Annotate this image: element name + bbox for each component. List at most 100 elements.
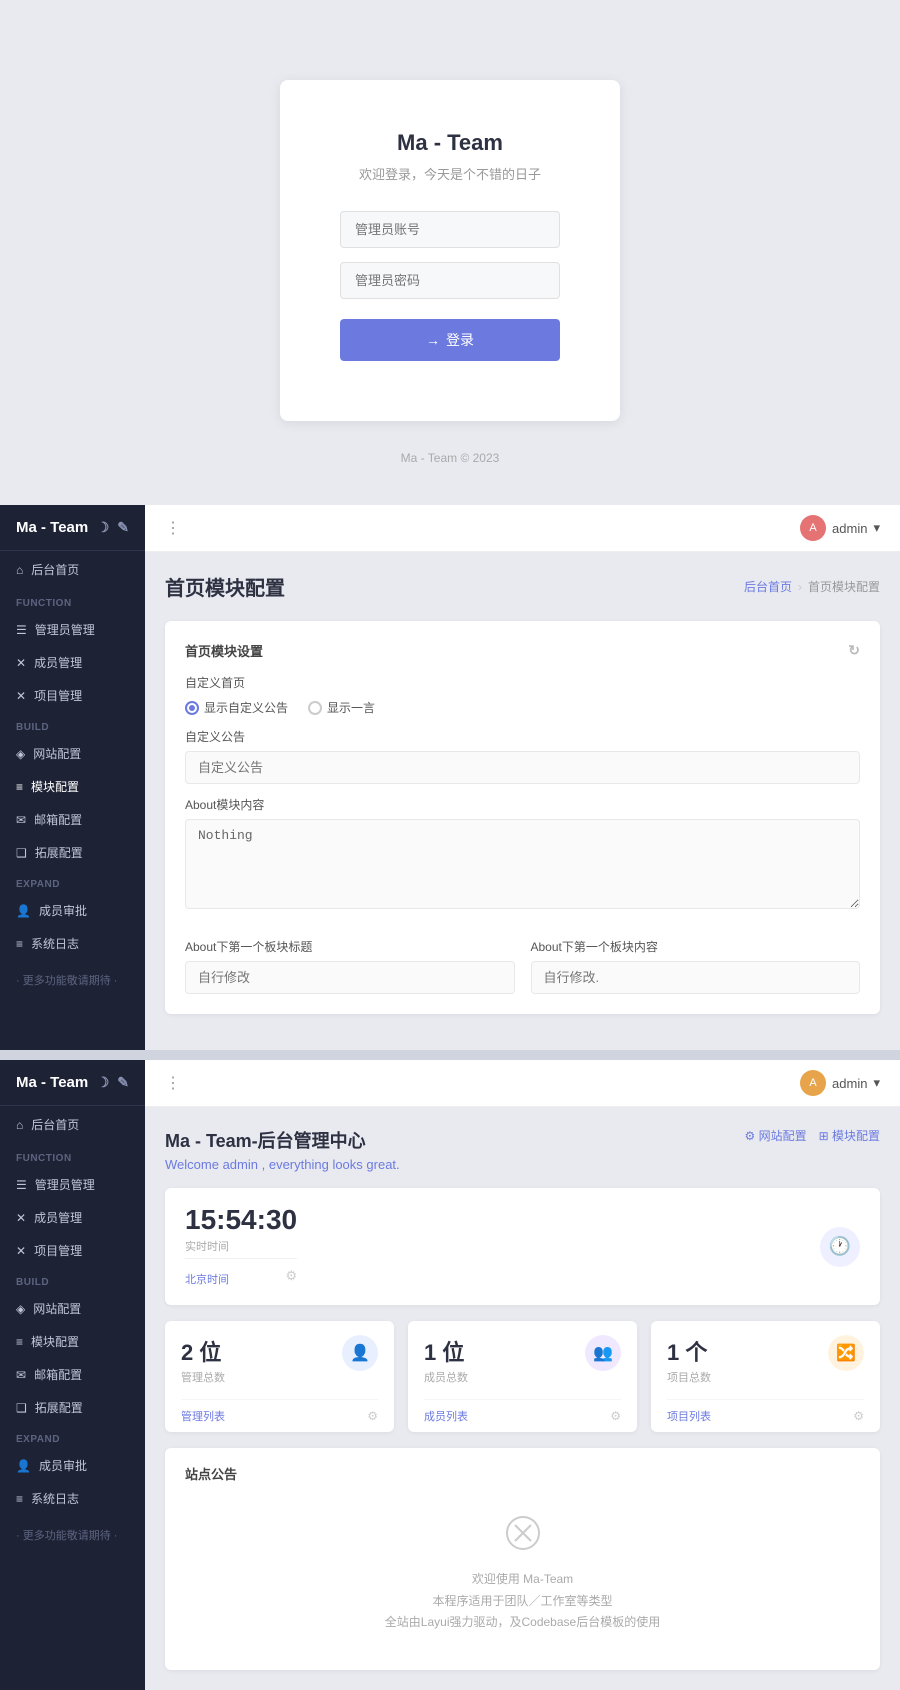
sidebar-home-2[interactable]: ⌂ 后台首页 bbox=[0, 1106, 145, 1143]
custom-notice-label: 自定义公告 bbox=[185, 728, 860, 745]
sidebar-item-project-mgmt-1[interactable]: ✕ 项目管理 bbox=[0, 679, 145, 712]
sidebar-more-2: · 更多功能敬请期待 · bbox=[0, 1519, 145, 1551]
clock-card: 15:54:30 实时时间 北京时间 ⚙ 🕐 bbox=[165, 1188, 880, 1305]
header-username-1: admin bbox=[832, 521, 867, 536]
extend-icon-2: ❑ bbox=[16, 1401, 27, 1415]
about-next-content-input[interactable] bbox=[531, 961, 861, 994]
stat-label-project: 项目总数 bbox=[667, 1369, 711, 1385]
username-input[interactable] bbox=[340, 211, 560, 248]
member-list-link[interactable]: 成员列表 bbox=[424, 1408, 468, 1424]
sidebar-brand-2: Ma - Team ☽ ✎ bbox=[0, 1060, 145, 1106]
custom-notice-input[interactable] bbox=[185, 751, 860, 784]
sidebar-home-label-1: 后台首页 bbox=[31, 561, 79, 578]
radio-dot-1 bbox=[185, 701, 199, 715]
site-config-link[interactable]: ⚙ 网站配置 bbox=[745, 1127, 807, 1144]
homepage-radio-group: 显示自定义公告 显示一言 bbox=[185, 699, 860, 716]
diamond-icon-1: ◈ bbox=[16, 747, 25, 761]
header-dots-2[interactable]: ⋮ bbox=[165, 1073, 181, 1093]
notice-empty-line2: 全站由Layui强力驱动，及Codebase后台模板的使用 bbox=[385, 1612, 660, 1634]
sidebar-item-member-review-1[interactable]: 👤 成员审批 bbox=[0, 894, 145, 927]
sidebar-item-member-review-2[interactable]: 👤 成员审批 bbox=[0, 1449, 145, 1482]
refresh-icon-1[interactable]: ↻ bbox=[848, 642, 860, 659]
sidebar-item-admin-mgmt-2[interactable]: ☰ 管理员管理 bbox=[0, 1168, 145, 1201]
sidebar-1: Ma - Team ☽ ✎ ⌂ 后台首页 FUNCTION ☰ 管理员管理 ✕ … bbox=[0, 505, 145, 1050]
extend-config-label-2: 拓展配置 bbox=[35, 1399, 83, 1416]
brand-name-2: Ma - Team bbox=[16, 1074, 88, 1091]
password-input[interactable] bbox=[340, 262, 560, 299]
page-title-1: 首页模块配置 bbox=[165, 572, 285, 601]
sidebar-item-extend-config-2[interactable]: ❑ 拓展配置 bbox=[0, 1391, 145, 1424]
moon-icon-1[interactable]: ☽ bbox=[97, 519, 110, 536]
notice-empty-text: 欢迎使用 Ma-Team 本程序适用于团队／工作室等类型 全站由Layui强力驱… bbox=[385, 1569, 660, 1634]
header-username-2: admin bbox=[832, 1076, 867, 1091]
edit-icon-1[interactable]: ✎ bbox=[117, 519, 129, 536]
sidebar-item-module-config-1[interactable]: ≡ 模块配置 bbox=[0, 770, 145, 803]
admin-header-2: ⋮ A admin ▾ bbox=[145, 1060, 900, 1107]
sidebar-item-syslog-1[interactable]: ≡ 系统日志 bbox=[0, 927, 145, 960]
edit-icon-2[interactable]: ✎ bbox=[117, 1074, 129, 1091]
sidebar-item-admin-mgmt-1[interactable]: ☰ 管理员管理 bbox=[0, 613, 145, 646]
module-config-link[interactable]: ⊞ 模块配置 bbox=[819, 1127, 880, 1144]
dashboard-subtitle: Welcome admin , everything looks great. bbox=[165, 1157, 400, 1172]
sidebar-item-project-mgmt-2[interactable]: ✕ 项目管理 bbox=[0, 1234, 145, 1267]
stat-icon-member: 👥 bbox=[585, 1335, 621, 1371]
moon-icon-2[interactable]: ☽ bbox=[97, 1074, 110, 1091]
notice-empty-line1: 本程序适用于团队／工作室等类型 bbox=[385, 1591, 660, 1613]
sidebar-brand-1: Ma - Team ☽ ✎ bbox=[0, 505, 145, 551]
login-button[interactable]: → 登录 bbox=[340, 319, 560, 361]
clock-timezone-link[interactable]: 北京时间 bbox=[185, 1271, 229, 1287]
sidebar-2: Ma - Team ☽ ✎ ⌂ 后台首页 FUNCTION ☰ 管理员管理 ✕ … bbox=[0, 1060, 145, 1690]
x-icon-2: ✕ bbox=[16, 689, 26, 703]
breadcrumb-current-1: 首页模块配置 bbox=[808, 578, 880, 595]
module-config-label-1: 模块配置 bbox=[31, 778, 79, 795]
stat-footer-icon-project: ⚙ bbox=[853, 1409, 864, 1423]
stat-value-project: 1 个 bbox=[667, 1335, 711, 1367]
header-user-2[interactable]: A admin ▾ bbox=[800, 1070, 880, 1096]
clock-settings-icon[interactable]: ⚙ bbox=[285, 1268, 297, 1284]
radio-yiyan[interactable]: 显示一言 bbox=[308, 699, 375, 716]
stat-text-member: 1 位 成员总数 bbox=[424, 1335, 468, 1385]
sidebar-item-extend-config-1[interactable]: ❑ 拓展配置 bbox=[0, 836, 145, 869]
admin-body-2: Ma - Team ☽ ✎ ⌂ 后台首页 FUNCTION ☰ 管理员管理 ✕ … bbox=[0, 1060, 900, 1690]
admin-mgmt-label-1: 管理员管理 bbox=[35, 621, 95, 638]
about-content-label: About模块内容 bbox=[185, 796, 860, 813]
user-icon-1: 👤 bbox=[16, 904, 31, 918]
radio-custom-notice[interactable]: 显示自定义公告 bbox=[185, 699, 288, 716]
header-user-1[interactable]: A admin ▾ bbox=[800, 515, 880, 541]
list-icon-1: ☰ bbox=[16, 623, 27, 637]
build-section-label-2: BUILD bbox=[0, 1267, 145, 1292]
sidebar-item-module-config-2[interactable]: ≡ 模块配置 bbox=[0, 1325, 145, 1358]
x-icon-1: ✕ bbox=[16, 656, 26, 670]
dashboard-title-row: Ma - Team-后台管理中心 Welcome admin , everyth… bbox=[165, 1127, 880, 1172]
admin-list-link[interactable]: 管理列表 bbox=[181, 1408, 225, 1424]
syslog-label-1: 系统日志 bbox=[31, 935, 79, 952]
sidebar-item-email-config-2[interactable]: ✉ 邮箱配置 bbox=[0, 1358, 145, 1391]
expand-section-label-1: EXPAND bbox=[0, 869, 145, 894]
about-content-textarea[interactable]: Nothing bbox=[185, 819, 860, 909]
dashboard-title-block: Ma - Team-后台管理中心 Welcome admin , everyth… bbox=[165, 1127, 400, 1172]
sidebar-item-syslog-2[interactable]: ≡ 系统日志 bbox=[0, 1482, 145, 1515]
login-section: Ma - Team 欢迎登录，今天是个不错的日子 → 登录 Ma - Team … bbox=[0, 0, 900, 505]
sidebar-item-member-mgmt-2[interactable]: ✕ 成员管理 bbox=[0, 1201, 145, 1234]
notice-empty-icon bbox=[505, 1515, 541, 1559]
breadcrumb-home-link-1[interactable]: 后台首页 bbox=[744, 578, 792, 595]
sidebar-item-member-mgmt-1[interactable]: ✕ 成员管理 bbox=[0, 646, 145, 679]
sidebar-item-email-config-1[interactable]: ✉ 邮箱配置 bbox=[0, 803, 145, 836]
about-next-title-input[interactable] bbox=[185, 961, 515, 994]
about-next-content-label: About下第一个板块内容 bbox=[531, 938, 861, 955]
sidebar-home-1[interactable]: ⌂ 后台首页 bbox=[0, 551, 145, 588]
about-next-title-col: About下第一个板块标题 bbox=[185, 926, 515, 994]
two-col-row: About下第一个板块标题 About下第一个板块内容 bbox=[185, 926, 860, 994]
project-list-link[interactable]: 项目列表 bbox=[667, 1408, 711, 1424]
sidebar-item-site-config-1[interactable]: ◈ 网站配置 bbox=[0, 737, 145, 770]
brand-name-1: Ma - Team bbox=[16, 519, 88, 536]
stat-icon-admin: 👤 bbox=[342, 1335, 378, 1371]
stat-icon-project: 🔀 bbox=[828, 1335, 864, 1371]
notice-empty: 欢迎使用 Ma-Team 本程序适用于团队／工作室等类型 全站由Layui强力驱… bbox=[185, 1495, 860, 1654]
header-dots-1[interactable]: ⋮ bbox=[165, 518, 181, 538]
stat-text-project: 1 个 项目总数 bbox=[667, 1335, 711, 1385]
login-arrow-icon: → bbox=[426, 332, 440, 348]
brand-icons-1: ☽ ✎ bbox=[97, 519, 129, 536]
brand-icons-2: ☽ ✎ bbox=[97, 1074, 129, 1091]
sidebar-item-site-config-2[interactable]: ◈ 网站配置 bbox=[0, 1292, 145, 1325]
